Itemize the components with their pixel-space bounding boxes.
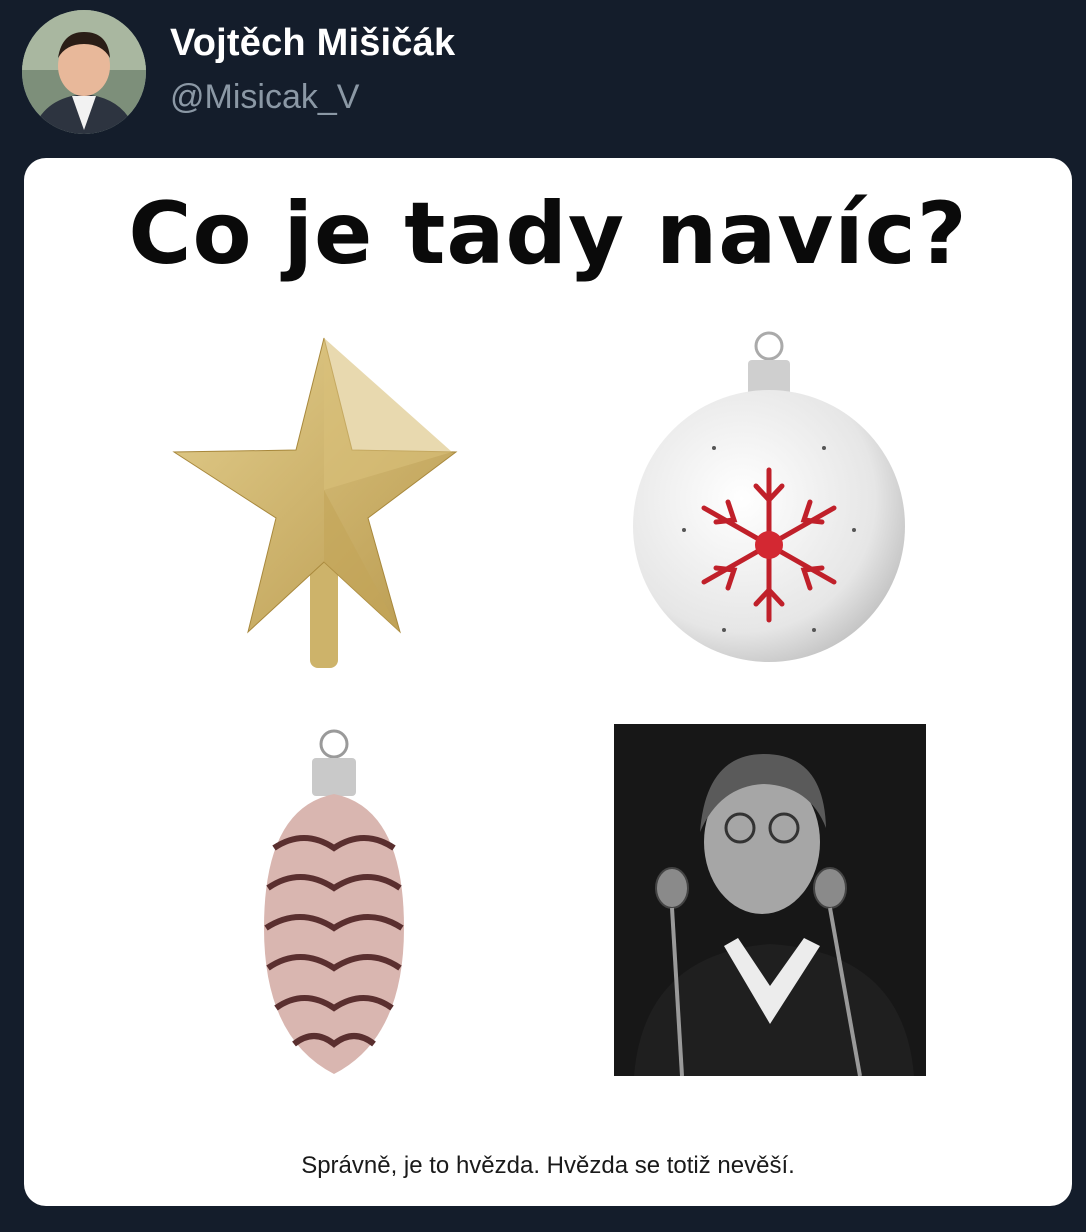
bauble-ornament-icon xyxy=(624,330,914,670)
tweet-header: Vojtěch Mišičák @Misicak_V xyxy=(0,0,1086,150)
user-handle[interactable]: @Misicak_V xyxy=(170,78,359,117)
tweet-media-image[interactable]: Co je tady navíc? Správně, je to hvězda.… xyxy=(24,158,1072,1206)
meme-title: Co je tady navíc? xyxy=(128,184,968,284)
meme-caption: Správně, je to hvězda. Hvězda se totiž n… xyxy=(301,1152,795,1179)
gold-star-icon xyxy=(164,330,484,670)
portrait-photo xyxy=(614,724,926,1077)
pinecone-ornament-icon xyxy=(244,728,414,1078)
avatar[interactable] xyxy=(22,10,146,134)
display-name[interactable]: Vojtěch Mišičák xyxy=(170,22,455,65)
